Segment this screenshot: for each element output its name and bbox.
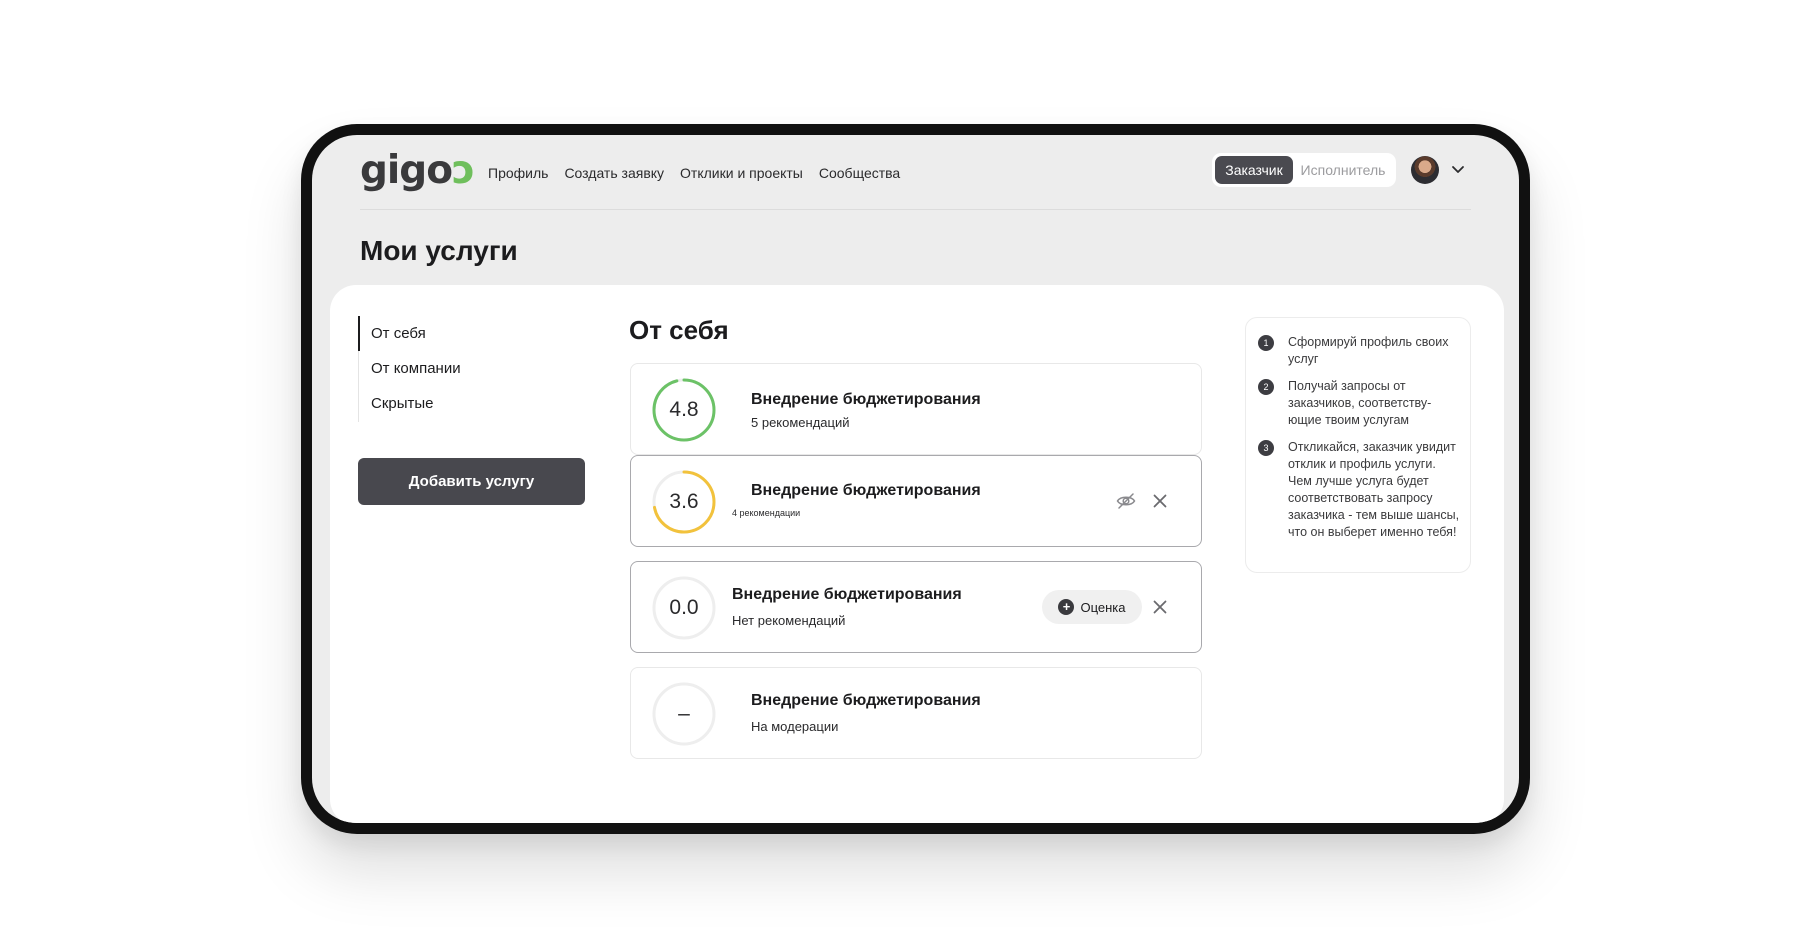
step-number-badge: 3 xyxy=(1258,440,1274,456)
close-icon[interactable] xyxy=(1149,490,1171,512)
device-frame: gigoͻ Профиль Создать заявку Отклики и п… xyxy=(301,124,1530,834)
section-title: От себя xyxy=(629,315,729,345)
plus-icon: + xyxy=(1058,599,1075,615)
role-switcher: Заказчик Исполнитель xyxy=(1212,153,1396,187)
service-title: Внедрение бюджетирования xyxy=(751,482,981,499)
rating-value: – xyxy=(678,702,690,725)
nav-responses-projects[interactable]: Отклики и проекты xyxy=(680,165,803,181)
tip-text: Получай запросы от заказчиков, соответст… xyxy=(1288,379,1432,427)
sidebar-item-own[interactable]: От себя xyxy=(358,316,578,351)
service-status: На модерации xyxy=(751,719,839,734)
avatar[interactable] xyxy=(1411,156,1439,184)
tip-item: 3 Откликайся, заказчик увидит отклик и п… xyxy=(1258,439,1462,541)
rate-button-label: Оценка xyxy=(1080,599,1126,615)
role-executor-button[interactable]: Исполнитель xyxy=(1293,156,1393,184)
service-card[interactable]: 4.8 Внедрение бюджетирования 5 рекоменда… xyxy=(630,363,1202,455)
step-number-badge: 2 xyxy=(1258,379,1274,395)
close-icon[interactable] xyxy=(1149,596,1171,618)
service-recommendations: Нет рекомендаций xyxy=(732,613,846,628)
sidebar-item-hidden[interactable]: Скрытые xyxy=(358,386,578,421)
service-title: Внедрение бюджетирования xyxy=(732,586,962,603)
tip-text: Откликайся, заказчик увидит отклик и про… xyxy=(1288,440,1460,539)
rating-value: 4.8 xyxy=(669,398,699,421)
page-title: Мои услуги xyxy=(360,235,518,266)
services-sidebar: От себя От компании Скрытые xyxy=(358,316,578,422)
service-recommendations: 5 рекомендаций xyxy=(751,415,850,430)
service-title: Внедрение бюджетирования xyxy=(751,391,981,408)
nav-communities[interactable]: Сообщества xyxy=(819,165,900,181)
tip-item: 1 Сформируй профиль своих услуг xyxy=(1258,334,1462,368)
service-card[interactable]: – Внедрение бюджетирования На модерации xyxy=(630,667,1202,759)
rating-value: 0.0 xyxy=(669,596,699,619)
service-card[interactable]: 3.6 Внедрение бюджетирования 4 рекоменда… xyxy=(630,455,1202,547)
step-number-badge: 1 xyxy=(1258,335,1274,351)
role-customer-button[interactable]: Заказчик xyxy=(1215,156,1293,184)
rating-value: 3.6 xyxy=(669,490,699,513)
hide-eye-icon[interactable] xyxy=(1115,490,1137,512)
content-panel: От себя От компании Скрытые Добавить усл… xyxy=(330,285,1504,823)
tip-item: 2 Получай запросы от заказчиков, соответ… xyxy=(1258,378,1462,429)
rate-button[interactable]: + Оценка xyxy=(1042,590,1142,624)
nav-profile[interactable]: Профиль xyxy=(488,165,548,181)
service-title: Внедрение бюджетирования xyxy=(751,692,981,709)
add-service-button[interactable]: Добавить услугу xyxy=(358,458,585,505)
top-header: gigoͻ Профиль Создать заявку Отклики и п… xyxy=(360,135,1471,210)
gigo-logo[interactable]: gigoͻ xyxy=(360,148,475,193)
sidebar-item-company[interactable]: От компании xyxy=(358,351,578,386)
app-screen: gigoͻ Профиль Создать заявку Отклики и п… xyxy=(312,135,1519,823)
chevron-down-icon[interactable] xyxy=(1451,162,1465,176)
service-recommendations: 4 рекомендации xyxy=(732,508,801,518)
service-card[interactable]: 0.0 Внедрение бюджетирования Нет рекомен… xyxy=(630,561,1202,653)
nav-create-request[interactable]: Создать заявку xyxy=(564,165,664,181)
main-nav: Профиль Создать заявку Отклики и проекты… xyxy=(488,165,900,181)
tips-box: 1 Сформируй профиль своих услуг 2 Получа… xyxy=(1245,317,1471,573)
tip-text: Сформируй профиль своих услуг xyxy=(1288,335,1449,366)
